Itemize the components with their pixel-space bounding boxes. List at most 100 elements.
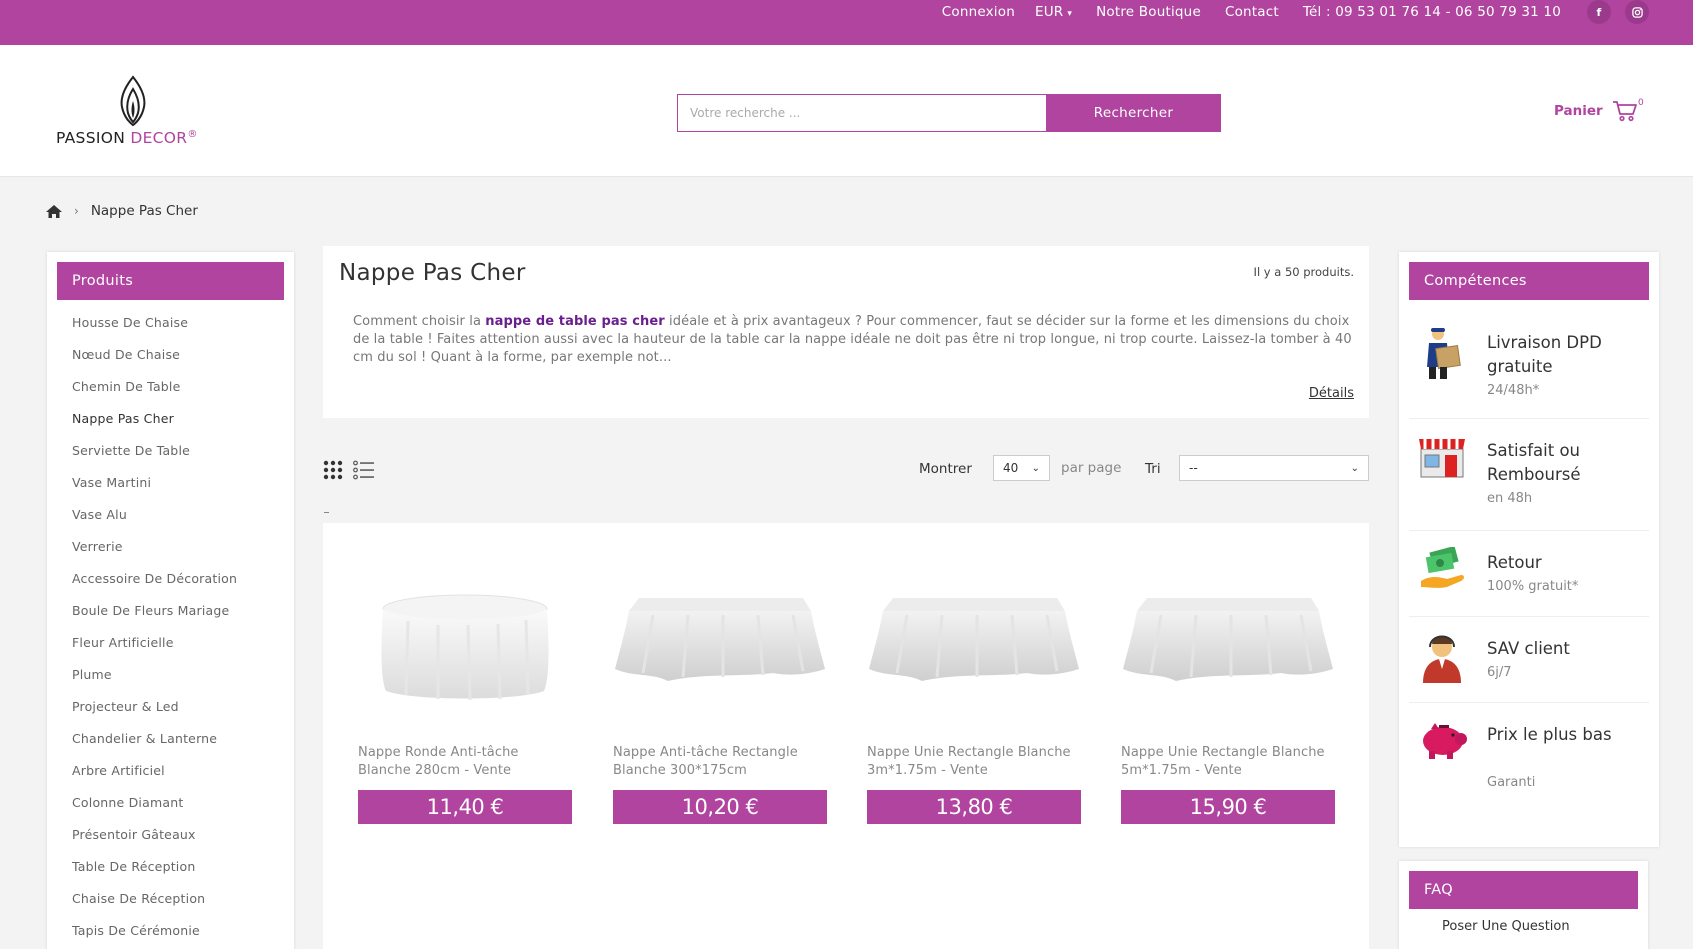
product-name[interactable]: Nappe Unie Rectangle Blanche 3m*1.75m - … xyxy=(867,744,1081,780)
currency-selector[interactable]: EUR ▾ xyxy=(1021,4,1072,20)
sidebar-item[interactable]: Nappe Pas Cher xyxy=(72,402,294,434)
product-count: Il y a 50 produits. xyxy=(1253,265,1354,279)
product-card[interactable]: Nappe Unie Rectangle Blanche 3m*1.75m - … xyxy=(867,573,1081,824)
sidebar-item[interactable]: Verrerie xyxy=(72,530,294,562)
facebook-icon[interactable]: f xyxy=(1587,0,1611,24)
sidebar-item[interactable]: Housse De Chaise xyxy=(72,306,294,338)
product-image[interactable] xyxy=(867,573,1081,723)
round-tablecloth-image[interactable] xyxy=(358,573,572,723)
skill-item: Satisfait ou Remboursé en 48h xyxy=(1409,419,1649,531)
skill-subtitle: en 48h xyxy=(1487,491,1533,506)
search-button[interactable]: Rechercher xyxy=(1046,94,1221,132)
sidebar-item[interactable]: Tapis De Cérémonie xyxy=(72,914,294,946)
desc-text-start: Comment choisir la xyxy=(353,314,486,329)
product-name[interactable]: Nappe Ronde Anti-tâche Blanche 280cm - V… xyxy=(358,744,572,780)
grid-view-icon[interactable] xyxy=(323,460,343,480)
money-hand-icon xyxy=(1417,545,1467,597)
top-links: Connexion EUR ▾ Notre Boutique Contact Té… xyxy=(918,0,1649,24)
skill-title: Prix le plus bas xyxy=(1487,725,1612,744)
support-agent-icon xyxy=(1417,633,1467,683)
chevron-down-icon: ▾ xyxy=(1067,9,1073,19)
sidebar-item[interactable]: Chemin De Table xyxy=(72,370,294,402)
product-price[interactable]: 13,80 € xyxy=(867,790,1081,824)
sort-select[interactable]: -- ⌄ xyxy=(1179,455,1369,481)
rectangle-tablecloth-image[interactable] xyxy=(867,573,1081,723)
logo-registered: ® xyxy=(187,129,198,140)
skills-title: Compétences xyxy=(1409,262,1649,300)
cart-icon xyxy=(1612,101,1637,122)
product-card[interactable]: Nappe Unie Rectangle Blanche 5m*1.75m - … xyxy=(1121,573,1335,824)
piggy-bank-icon xyxy=(1417,719,1467,769)
details-link[interactable]: Détails xyxy=(1309,386,1354,401)
sidebar-item[interactable]: Table De Réception xyxy=(72,850,294,882)
sort-label: Tri xyxy=(1145,461,1161,477)
product-price[interactable]: 15,90 € xyxy=(1121,790,1335,824)
page-title: Nappe Pas Cher xyxy=(339,260,526,286)
sidebar-item[interactable]: Chandelier & Lanterne xyxy=(72,722,294,754)
desc-keyword-link[interactable]: nappe de table pas cher xyxy=(485,314,665,329)
skill-title: Retour xyxy=(1487,553,1542,572)
product-price[interactable]: 11,40 € xyxy=(358,790,572,824)
product-image[interactable] xyxy=(613,573,827,723)
category-header: Nappe Pas Cher Il y a 50 produits. Comme… xyxy=(323,246,1369,418)
sidebar-item[interactable]: Fleur Artificielle xyxy=(72,626,294,658)
sidebar-item[interactable]: Plume xyxy=(72,658,294,690)
delivery-man-icon xyxy=(1417,327,1467,379)
divider xyxy=(324,512,329,513)
phone-text: Tél : 09 53 01 76 14 - 06 50 79 31 10 xyxy=(1302,4,1561,20)
sidebar-item[interactable]: Vase Martini xyxy=(72,466,294,498)
cart-count: 0 xyxy=(1638,98,1644,108)
skill-title: SAV client xyxy=(1487,639,1570,658)
instagram-icon[interactable] xyxy=(1625,0,1649,24)
skill-subtitle: 100% gratuit* xyxy=(1487,579,1579,594)
per-page-select[interactable]: 40 ⌄ xyxy=(993,455,1050,481)
skill-subtitle: Garanti xyxy=(1487,775,1536,790)
list-view-icon[interactable] xyxy=(353,460,375,480)
product-card[interactable]: Nappe Ronde Anti-tâche Blanche 280cm - V… xyxy=(358,573,572,824)
contact-link[interactable]: Contact xyxy=(1225,4,1279,20)
sidebar-item[interactable]: Vase Alu xyxy=(72,498,294,530)
sidebar-item[interactable]: Arbre Artificiel xyxy=(72,754,294,786)
chevron-down-icon: ⌄ xyxy=(1350,462,1359,474)
search-bar: Rechercher xyxy=(677,94,1221,132)
skill-item: Prix le plus bas Garanti xyxy=(1409,703,1649,815)
product-name[interactable]: Nappe Unie Rectangle Blanche 5m*1.75m - … xyxy=(1121,744,1335,780)
shop-front-icon xyxy=(1417,435,1467,485)
cart-link[interactable]: Panier 0 xyxy=(1554,98,1644,122)
breadcrumb-current: Nappe Pas Cher xyxy=(90,203,198,219)
lotus-logo-icon xyxy=(120,75,146,127)
skill-item: Livraison DPD gratuite 24/48h* xyxy=(1409,300,1649,419)
category-list: Housse De Chaise Nœud De Chaise Chemin De … xyxy=(47,300,294,946)
product-card[interactable]: Nappe Anti-tâche Rectangle Blanche 300*1… xyxy=(613,573,827,824)
rectangle-tablecloth-image[interactable] xyxy=(1121,573,1335,723)
home-icon[interactable] xyxy=(46,204,62,218)
logo-word-passion: PASSION xyxy=(56,129,126,147)
sidebar-item[interactable]: Colonne Diamant xyxy=(72,786,294,818)
sidebar-item[interactable]: Nœud De Chaise xyxy=(72,338,294,370)
ask-question-link[interactable]: Poser Une Question xyxy=(1442,919,1570,934)
sidebar-item[interactable]: Serviette De Table xyxy=(72,434,294,466)
skill-subtitle: 24/48h* xyxy=(1487,383,1540,398)
sidebar-item[interactable]: Chaise De Réception xyxy=(72,882,294,914)
top-bar: Connexion EUR ▾ Notre Boutique Contact Té… xyxy=(0,0,1693,45)
product-price[interactable]: 10,20 € xyxy=(613,790,827,824)
sidebar-item[interactable]: Boule De Fleurs Mariage xyxy=(72,594,294,626)
product-image[interactable] xyxy=(1121,573,1335,723)
sidebar-item[interactable]: Accessoire De Décoration xyxy=(72,562,294,594)
product-name[interactable]: Nappe Anti-tâche Rectangle Blanche 300*1… xyxy=(613,744,827,780)
site-logo[interactable]: PASSION DECOR® xyxy=(56,75,216,155)
sidebar-item[interactable]: Projecteur & Led xyxy=(72,690,294,722)
shop-link[interactable]: Notre Boutique xyxy=(1096,4,1201,20)
cart-label: Panier xyxy=(1554,103,1603,119)
login-link[interactable]: Connexion xyxy=(942,4,1015,20)
search-input[interactable] xyxy=(677,94,1046,132)
product-image[interactable] xyxy=(358,573,572,723)
category-description: Comment choisir la nappe de table pas ch… xyxy=(353,313,1353,367)
logo-text: PASSION DECOR® xyxy=(56,129,198,147)
faq-box: FAQ Poser Une Question xyxy=(1399,861,1648,949)
skill-title: Satisfait ou Remboursé xyxy=(1487,441,1581,484)
sidebar-item[interactable]: Présentoir Gâteaux xyxy=(72,818,294,850)
skills-sidebar: Compétences Livraison DPD gratuite 24/48h… xyxy=(1399,252,1659,847)
rectangle-tablecloth-image[interactable] xyxy=(613,573,827,723)
logo-word-decor: DECOR xyxy=(130,129,188,147)
